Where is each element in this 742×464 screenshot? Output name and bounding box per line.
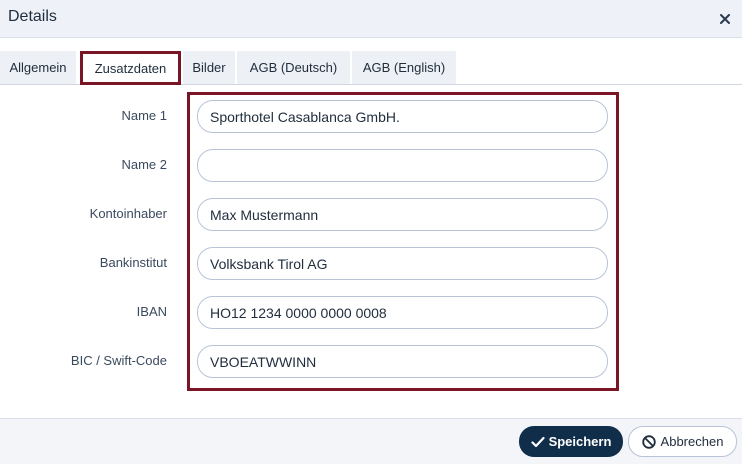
label-bankinstitut: Bankinstitut — [99, 255, 167, 270]
bankinstitut-input[interactable] — [197, 247, 608, 280]
kontoinhaber-input[interactable] — [197, 198, 608, 231]
cancel-button-label: Abbrechen — [660, 434, 724, 449]
tab-bar: Allgemein Zusatzdaten Bilder AGB (Deutsc… — [0, 50, 742, 85]
bic-input[interactable] — [197, 345, 608, 378]
label-iban: IBAN — [136, 304, 167, 319]
tab-label: AGB (English) — [362, 60, 446, 75]
label-bic: BIC / Swift-Code — [70, 353, 167, 368]
tab-agb-deutsch[interactable]: AGB (Deutsch) — [237, 51, 350, 84]
name-1-input[interactable] — [197, 100, 608, 133]
label-name-2: Name 2 — [121, 157, 167, 172]
tab-label: Allgemein — [9, 60, 67, 75]
iban-input[interactable] — [197, 296, 608, 329]
save-button[interactable]: Speichern — [519, 426, 623, 457]
tab-zusatzdaten[interactable]: Zusatzdaten — [80, 51, 181, 85]
tab-label: Bilder — [192, 60, 226, 75]
dialog-header: Details — [0, 0, 742, 38]
close-icon — [720, 14, 730, 24]
tab-allgemein[interactable]: Allgemein — [0, 51, 76, 84]
dialog-title: Details — [8, 8, 57, 25]
tab-label: AGB (Deutsch) — [249, 60, 338, 75]
label-kontoinhaber: Kontoinhaber — [89, 206, 167, 221]
cancel-button[interactable]: Abbrechen — [628, 426, 737, 457]
label-name-1: Name 1 — [121, 108, 167, 123]
checkmark-icon — [530, 436, 545, 447]
cancel-icon — [641, 434, 656, 449]
name-2-input[interactable] — [197, 149, 608, 182]
tab-agb-english[interactable]: AGB (English) — [352, 51, 456, 84]
close-button[interactable] — [714, 8, 736, 30]
tab-label: Zusatzdaten — [94, 60, 167, 76]
save-button-label: Speichern — [548, 434, 612, 449]
tab-bilder[interactable]: Bilder — [183, 51, 235, 84]
